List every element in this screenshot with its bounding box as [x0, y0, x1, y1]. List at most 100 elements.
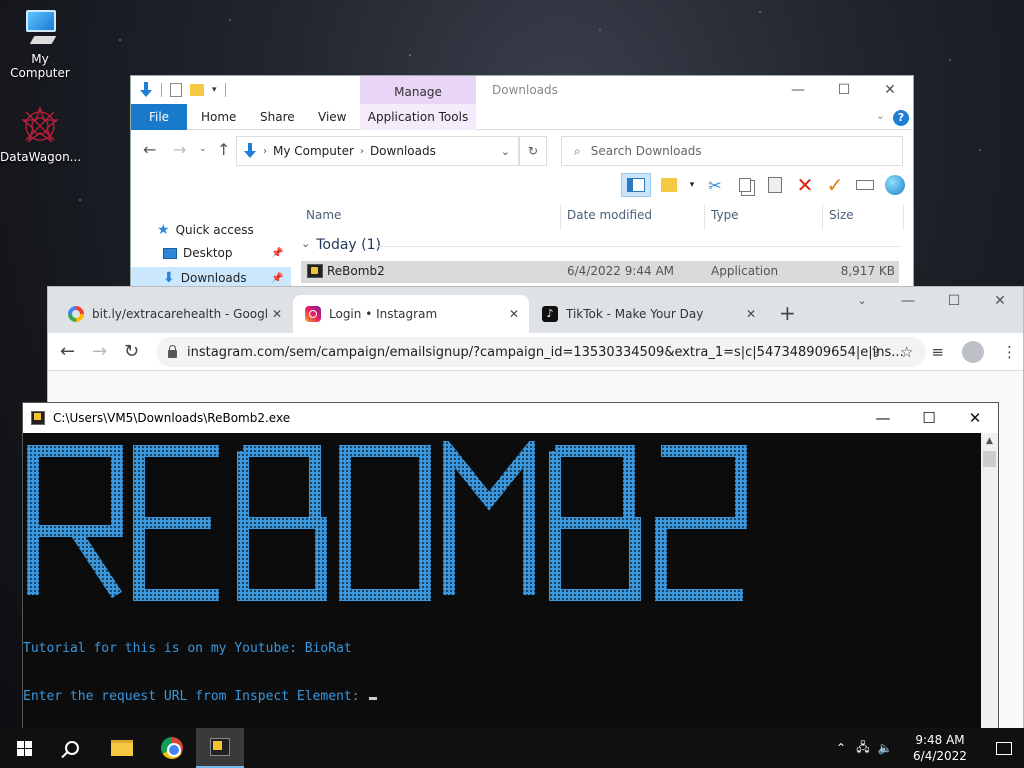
close-tab-icon[interactable]: ✕	[272, 307, 282, 321]
console-line-prompt[interactable]: Enter the request URL from Inspect Eleme…	[23, 689, 378, 704]
windows-logo-icon	[16, 740, 32, 756]
address-bar[interactable]: instagram.com/sem/campaign/emailsignup/?…	[156, 337, 926, 367]
scroll-up-icon[interactable]: ▲	[981, 433, 998, 450]
media-control-icon[interactable]: ≡	[931, 343, 944, 361]
scrollbar-thumb[interactable]	[983, 451, 996, 467]
new-folder-icon[interactable]	[190, 84, 204, 96]
desktop-icon-label: DataWagon...	[0, 150, 82, 164]
column-header-size[interactable]: Size	[824, 204, 904, 230]
tab-instagram[interactable]: Login • Instagram ✕	[293, 295, 529, 333]
forward-button[interactable]: →	[173, 140, 186, 159]
minimize-button[interactable]: —	[885, 287, 931, 317]
minimize-button[interactable]: —	[775, 76, 821, 104]
close-button[interactable]: ✕	[977, 287, 1023, 317]
customize-qat-icon[interactable]: ▾	[212, 85, 217, 95]
tab-tiktok[interactable]: ♪ TikTok - Make Your Day ✕	[530, 295, 766, 333]
maximize-button[interactable]: ☐	[931, 287, 977, 317]
profile-avatar[interactable]	[962, 341, 984, 363]
notification-center-button[interactable]	[984, 728, 1024, 768]
taskbar-chrome[interactable]	[148, 728, 196, 768]
chevron-up-icon[interactable]: ⌃	[830, 741, 852, 755]
search-placeholder: Search Downloads	[590, 144, 702, 158]
search-icon	[65, 741, 79, 755]
tab-application-tools[interactable]: Application Tools	[360, 104, 476, 130]
download-arrow-icon[interactable]	[139, 82, 153, 98]
properties-icon[interactable]	[170, 83, 182, 97]
clock[interactable]: 9:48 AM 6/4/2022	[896, 732, 984, 764]
group-header[interactable]: ⌄ Today (1)	[301, 237, 381, 253]
copy-icon[interactable]	[733, 173, 757, 197]
maximize-button[interactable]: ☐	[821, 76, 867, 104]
console-scrollbar[interactable]: ▲	[981, 433, 998, 731]
bookmark-star-icon[interactable]: ☆	[900, 343, 913, 361]
console-title: C:\Users\VM5\Downloads\ReBomb2.exe	[53, 411, 291, 425]
tab-google[interactable]: bit.ly/extracarehealth - Google S ✕	[56, 295, 292, 333]
close-button[interactable]: ✕	[952, 403, 998, 433]
network-globe-icon[interactable]	[883, 173, 907, 197]
paste-icon[interactable]	[763, 173, 787, 197]
preview-pane-icon[interactable]	[621, 173, 651, 197]
notification-icon	[996, 741, 1012, 755]
file-row[interactable]: ReBomb2 6/4/2022 9:44 AM Application 8,9…	[301, 261, 899, 283]
system-tray: ⌃ 🖧 🔈 9:48 AM 6/4/2022	[830, 728, 1024, 768]
chevron-down-icon[interactable]: ⌄	[501, 145, 510, 158]
start-button[interactable]	[0, 728, 48, 768]
tab-home[interactable]: Home	[189, 104, 248, 130]
file-explorer-window: ▾ Manage Downloads — ☐ ✕ File Home Share…	[130, 75, 914, 290]
new-tab-button[interactable]: +	[779, 301, 796, 325]
tiktok-icon: ♪	[542, 306, 558, 322]
refresh-button[interactable]: ↻	[519, 136, 547, 166]
forward-button[interactable]: →	[92, 341, 107, 362]
address-bar[interactable]: › My Computer › Downloads ⌄	[236, 136, 519, 166]
close-tab-icon[interactable]: ✕	[509, 307, 519, 321]
breadcrumb-my-computer[interactable]: My Computer	[273, 144, 354, 158]
tab-title: Login • Instagram	[329, 307, 438, 321]
taskbar-file-explorer[interactable]	[98, 728, 146, 768]
nav-item-quick-access[interactable]: ★ Quick access	[157, 222, 254, 238]
share-icon[interactable]: ⇪	[869, 343, 882, 361]
recent-locations-button[interactable]: ⌄	[199, 144, 207, 154]
checkmark-icon[interactable]: ✓	[823, 173, 847, 197]
tab-share[interactable]: Share	[248, 104, 307, 130]
maximize-button[interactable]: ☐	[906, 403, 952, 433]
chevron-right-icon: ›	[359, 145, 364, 157]
close-tab-icon[interactable]: ✕	[746, 307, 756, 321]
column-header-name[interactable]: Name	[301, 204, 561, 230]
tab-search-button[interactable]: ⌄	[839, 287, 885, 317]
up-button[interactable]: ↑	[217, 140, 230, 159]
clock-time: 9:48 AM	[915, 733, 965, 747]
menu-kebab-icon[interactable]: ⋮	[1002, 343, 1017, 361]
volume-icon[interactable]: 🔈	[874, 741, 896, 755]
chevron-down-icon[interactable]: ⌄	[876, 109, 885, 122]
minimize-button[interactable]: —	[860, 403, 906, 433]
cut-icon[interactable]: ✂	[703, 173, 727, 197]
reload-button[interactable]: ↻	[124, 341, 139, 362]
search-input[interactable]: ⌕ Search Downloads	[561, 136, 903, 166]
network-icon[interactable]: 🖧	[852, 738, 874, 759]
taskbar-search-button[interactable]	[48, 728, 96, 768]
rename-icon[interactable]	[853, 173, 877, 197]
breadcrumb-downloads[interactable]: Downloads	[370, 144, 436, 158]
folder-options-icon[interactable]	[657, 173, 681, 197]
chevron-down-icon[interactable]: ▾	[687, 173, 697, 197]
taskbar-rebomb2[interactable]	[196, 728, 244, 768]
window-controls: ⌄ — ☐ ✕	[839, 287, 1023, 317]
close-button[interactable]: ✕	[867, 76, 913, 104]
back-button[interactable]: ←	[143, 140, 156, 159]
nav-item-desktop[interactable]: Desktop 📌	[163, 246, 283, 260]
back-button[interactable]: ←	[60, 341, 75, 362]
delete-icon[interactable]: ✕	[793, 173, 817, 197]
text-cursor	[369, 697, 378, 700]
help-icon[interactable]: ?	[893, 110, 909, 126]
tab-file[interactable]: File	[131, 104, 187, 130]
application-icon	[307, 264, 323, 278]
desktop-icon-my-computer[interactable]: My Computer	[0, 8, 80, 80]
computer-icon	[20, 8, 60, 48]
tab-title: bit.ly/extracarehealth - Google S	[92, 307, 267, 321]
column-header-type[interactable]: Type	[706, 204, 823, 230]
column-header-date-modified[interactable]: Date modified	[562, 204, 705, 230]
console-output[interactable]: Tutorial for this is on my Youtube: BioR…	[23, 433, 981, 731]
command-toolbar: ▾ ✂ ✕ ✓	[131, 170, 913, 204]
tab-view[interactable]: View	[306, 104, 358, 130]
desktop-icon-datawagon[interactable]: DataWagon...	[0, 105, 82, 164]
